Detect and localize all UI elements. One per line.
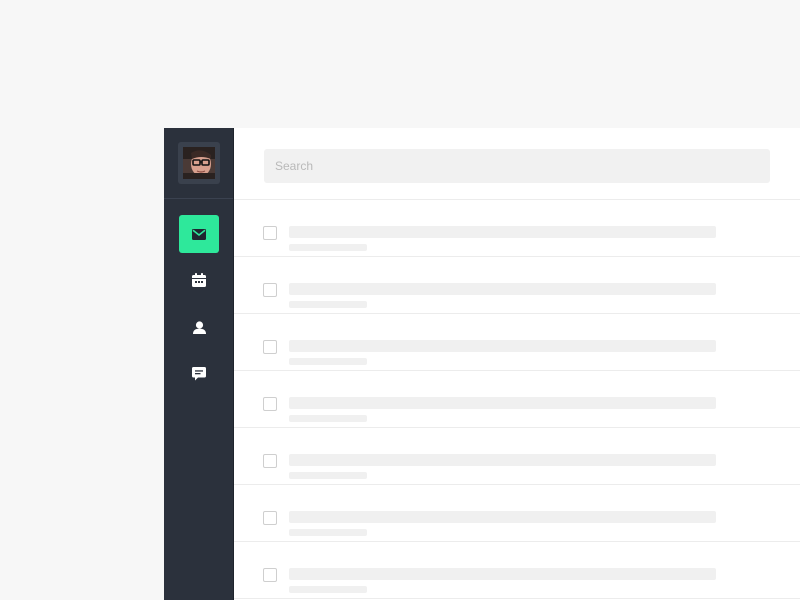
list-item[interactable] (234, 257, 800, 314)
sidebar-divider (164, 198, 233, 199)
mail-app-window (164, 128, 800, 600)
avatar[interactable] (178, 142, 220, 184)
subject-placeholder (289, 397, 716, 409)
meta-placeholder (289, 529, 367, 536)
subject-placeholder (289, 283, 716, 295)
user-avatar-image (183, 147, 215, 179)
list-item[interactable] (234, 485, 800, 542)
nav-chat[interactable] (179, 355, 219, 393)
main-panel (234, 128, 800, 600)
row-checkbox[interactable] (263, 283, 277, 297)
meta-placeholder (289, 415, 367, 422)
message-list (234, 200, 800, 599)
list-item[interactable] (234, 428, 800, 485)
calendar-icon (192, 273, 206, 287)
nav-mail[interactable] (179, 215, 219, 253)
search-bar[interactable] (264, 149, 770, 183)
subject-placeholder (289, 226, 716, 238)
row-checkbox[interactable] (263, 511, 277, 525)
list-item[interactable] (234, 314, 800, 371)
nav-contacts[interactable] (179, 308, 219, 346)
row-checkbox[interactable] (263, 568, 277, 582)
meta-placeholder (289, 244, 367, 251)
meta-placeholder (289, 301, 367, 308)
subject-placeholder (289, 454, 716, 466)
nav-calendar[interactable] (179, 261, 219, 299)
list-item[interactable] (234, 371, 800, 428)
list-item[interactable] (234, 200, 800, 257)
meta-placeholder (289, 586, 367, 593)
meta-placeholder (289, 358, 367, 365)
subject-placeholder (289, 511, 716, 523)
mail-icon (192, 228, 206, 240)
row-checkbox[interactable] (263, 454, 277, 468)
subject-placeholder (289, 568, 716, 580)
list-item[interactable] (234, 542, 800, 599)
row-checkbox[interactable] (263, 226, 277, 240)
search-input[interactable] (264, 149, 770, 183)
row-checkbox[interactable] (263, 397, 277, 411)
subject-placeholder (289, 340, 716, 352)
person-icon (192, 320, 206, 334)
meta-placeholder (289, 472, 367, 479)
row-checkbox[interactable] (263, 340, 277, 354)
chat-icon (192, 367, 206, 381)
sidebar (164, 128, 234, 600)
